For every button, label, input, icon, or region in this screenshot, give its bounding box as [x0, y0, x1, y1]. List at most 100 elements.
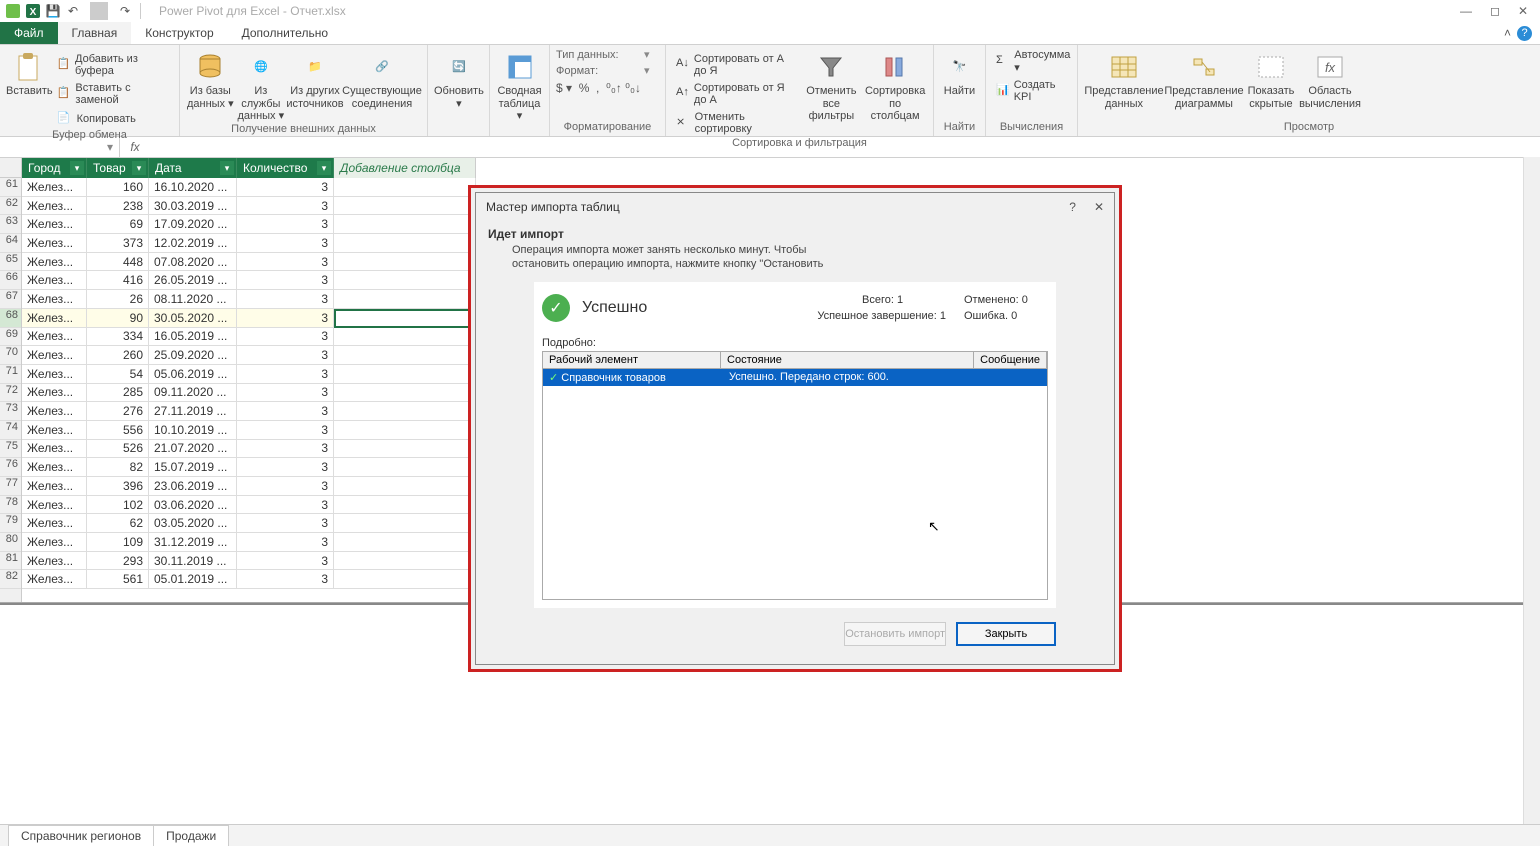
- cell[interactable]: 16.10.2020 ...: [149, 178, 237, 197]
- cell[interactable]: 30.05.2020 ...: [149, 309, 237, 328]
- cell[interactable]: 3: [237, 290, 334, 309]
- cell[interactable]: 3: [237, 458, 334, 477]
- add-column-cell[interactable]: [334, 477, 476, 496]
- cell[interactable]: 23.06.2019 ...: [149, 477, 237, 496]
- paste-replace-button[interactable]: 📋Вставить с заменой: [53, 80, 173, 108]
- cell[interactable]: 26.05.2019 ...: [149, 271, 237, 290]
- cell[interactable]: Желез...: [22, 552, 87, 571]
- maximize-icon[interactable]: ◻: [1490, 4, 1500, 18]
- cell[interactable]: 293: [87, 552, 149, 571]
- cell[interactable]: 03.06.2020 ...: [149, 496, 237, 515]
- dialog-help-icon[interactable]: ?: [1069, 200, 1076, 214]
- row-number[interactable]: 68: [0, 309, 21, 328]
- column-header[interactable]: Дата▾: [149, 158, 237, 178]
- cell[interactable]: 3: [237, 440, 334, 459]
- format-symbols[interactable]: $ ▾ % , ⁰₀↑ ⁰₀↓: [556, 79, 659, 95]
- cell[interactable]: Желез...: [22, 253, 87, 272]
- add-column-cell[interactable]: [334, 346, 476, 365]
- row-number[interactable]: 80: [0, 533, 21, 552]
- cell[interactable]: 3: [237, 496, 334, 515]
- formula-input[interactable]: [150, 138, 1540, 157]
- row-number[interactable]: 75: [0, 440, 21, 459]
- cell[interactable]: 3: [237, 271, 334, 290]
- cell[interactable]: 102: [87, 496, 149, 515]
- add-column-cell[interactable]: [334, 365, 476, 384]
- close-icon[interactable]: ✕: [1518, 4, 1528, 18]
- cell[interactable]: 17.09.2020 ...: [149, 215, 237, 234]
- cell[interactable]: Желез...: [22, 458, 87, 477]
- cell[interactable]: 30.11.2019 ...: [149, 552, 237, 571]
- cell[interactable]: 07.08.2020 ...: [149, 253, 237, 272]
- row-number[interactable]: 73: [0, 402, 21, 421]
- filter-dropdown-icon[interactable]: ▾: [220, 161, 234, 175]
- add-column-cell[interactable]: [334, 290, 476, 309]
- add-from-buffer-button[interactable]: 📋Добавить из буфера: [53, 51, 173, 79]
- cell[interactable]: Желез...: [22, 309, 87, 328]
- calc-area-button[interactable]: fxОбласть вычисления: [1298, 49, 1362, 110]
- add-column-cell[interactable]: [334, 440, 476, 459]
- cell[interactable]: 3: [237, 570, 334, 589]
- cell[interactable]: 260: [87, 346, 149, 365]
- row-number[interactable]: 76: [0, 458, 21, 477]
- cell[interactable]: 3: [237, 514, 334, 533]
- cell[interactable]: 05.06.2019 ...: [149, 365, 237, 384]
- cell[interactable]: 3: [237, 552, 334, 571]
- cell[interactable]: 54: [87, 365, 149, 384]
- cell[interactable]: Желез...: [22, 496, 87, 515]
- tab-advanced[interactable]: Дополнительно: [228, 22, 342, 44]
- cell[interactable]: Желез...: [22, 402, 87, 421]
- filter-dropdown-icon[interactable]: ▾: [317, 161, 331, 175]
- create-kpi-button[interactable]: 📊Создать KPI: [992, 77, 1071, 105]
- cell[interactable]: 3: [237, 384, 334, 403]
- sort-za-button[interactable]: A↑Сортировать от Я до А: [672, 80, 800, 108]
- cell[interactable]: 05.01.2019 ...: [149, 570, 237, 589]
- sort-by-column-button[interactable]: Сортировка по столбцам: [863, 49, 927, 123]
- cell[interactable]: 3: [237, 402, 334, 421]
- cell[interactable]: 3: [237, 215, 334, 234]
- add-column-cell[interactable]: [334, 384, 476, 403]
- cell[interactable]: 3: [237, 533, 334, 552]
- from-db-button[interactable]: Из базы данных ▾: [186, 49, 235, 110]
- clear-filters-button[interactable]: Отменить все фильтры: [800, 49, 864, 123]
- cell[interactable]: Желез...: [22, 514, 87, 533]
- sheet-tab-regions[interactable]: Справочник регионов: [8, 825, 154, 846]
- add-column-cell[interactable]: [334, 271, 476, 290]
- close-button[interactable]: Закрыть: [956, 622, 1056, 646]
- cell[interactable]: Желез...: [22, 365, 87, 384]
- row-number[interactable]: 67: [0, 290, 21, 309]
- cell[interactable]: 3: [237, 365, 334, 384]
- column-header[interactable]: Количество▾: [237, 158, 334, 178]
- add-column-cell[interactable]: [334, 458, 476, 477]
- cell[interactable]: Желез...: [22, 215, 87, 234]
- cell[interactable]: 09.11.2020 ...: [149, 384, 237, 403]
- show-hidden-button[interactable]: Показать скрытые: [1244, 49, 1298, 110]
- row-number[interactable]: 69: [0, 328, 21, 347]
- row-number[interactable]: 64: [0, 234, 21, 253]
- cell[interactable]: Желез...: [22, 533, 87, 552]
- existing-conn-button[interactable]: 🔗Существующие соединения: [343, 49, 421, 110]
- cell[interactable]: 526: [87, 440, 149, 459]
- row-number[interactable]: 62: [0, 197, 21, 216]
- details-row[interactable]: ✓ Справочник товаров Успешно. Передано с…: [543, 369, 1047, 386]
- sheet-tab-sales[interactable]: Продажи: [153, 825, 229, 846]
- cell[interactable]: 556: [87, 421, 149, 440]
- cell[interactable]: 3: [237, 328, 334, 347]
- cell[interactable]: 08.11.2020 ...: [149, 290, 237, 309]
- column-header[interactable]: Товар▾: [87, 158, 149, 178]
- undo-icon[interactable]: ↶: [64, 2, 82, 20]
- help-icon[interactable]: ?: [1517, 26, 1532, 41]
- cell[interactable]: 416: [87, 271, 149, 290]
- cell[interactable]: 12.02.2019 ...: [149, 234, 237, 253]
- cell[interactable]: 3: [237, 234, 334, 253]
- row-number[interactable]: 71: [0, 365, 21, 384]
- cell[interactable]: Желез...: [22, 178, 87, 197]
- cell[interactable]: Желез...: [22, 290, 87, 309]
- cell[interactable]: Желез...: [22, 346, 87, 365]
- name-box[interactable]: ▾: [0, 138, 120, 157]
- from-service-button[interactable]: 🌐Из службы данных ▾: [235, 49, 287, 123]
- redo-icon[interactable]: ↷: [116, 2, 134, 20]
- add-column-cell[interactable]: [334, 570, 476, 589]
- cell[interactable]: 10.10.2019 ...: [149, 421, 237, 440]
- row-number[interactable]: 70: [0, 346, 21, 365]
- clear-sort-button[interactable]: ⨯Отменить сортировку: [672, 109, 800, 137]
